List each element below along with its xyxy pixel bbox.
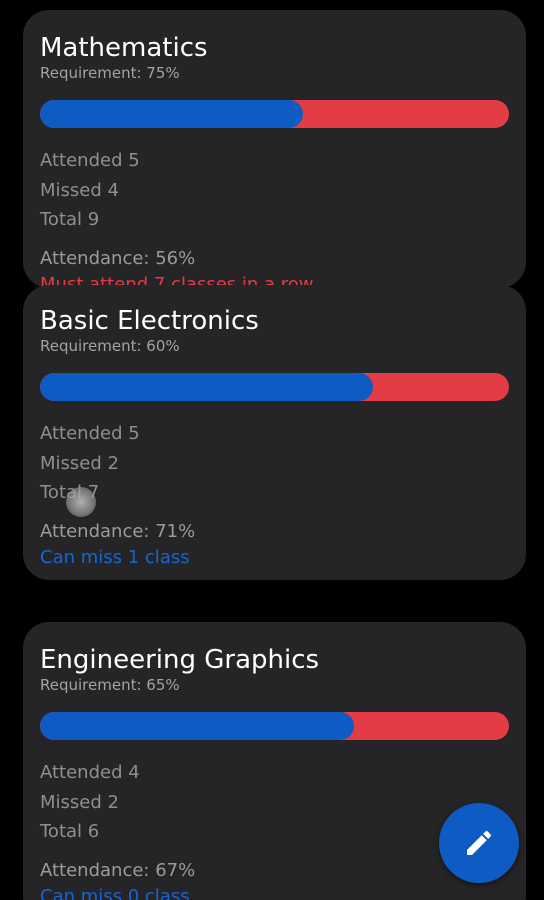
edit-fab-button[interactable] <box>439 803 519 883</box>
subject-requirement: Requirement: 65% <box>40 676 180 694</box>
subject-card-mathematics[interactable]: Mathematics Requirement: 75% Attended 5 … <box>23 10 526 288</box>
attendance-percentage: Attendance: 71% <box>40 520 196 542</box>
subject-requirement: Requirement: 75% <box>40 64 180 82</box>
attendance-stats: Attended 5 Missed 2 Total 7 <box>40 419 509 508</box>
subject-card-basic-electronics[interactable]: Basic Electronics Requirement: 60% Atten… <box>23 285 526 580</box>
subject-title: Basic Electronics <box>40 306 259 336</box>
subject-title: Engineering Graphics <box>40 645 320 675</box>
attendance-note: Can miss 0 class <box>40 885 190 900</box>
attendance-percentage: Attendance: 56% <box>40 247 196 269</box>
attendance-progress-bar <box>40 100 509 128</box>
attendance-stats: Attended 4 Missed 2 Total 6 <box>40 758 509 847</box>
subject-title: Mathematics <box>40 33 208 63</box>
missed-count: Missed 4 <box>40 179 119 201</box>
attended-count: Attended 5 <box>40 150 140 171</box>
attended-portion <box>40 100 303 128</box>
attendance-stats: Attended 5 Missed 4 Total 9 <box>40 146 509 235</box>
attended-count: Attended 5 <box>40 423 140 444</box>
missed-count: Missed 2 <box>40 452 119 474</box>
attendance-percentage: Attendance: 67% <box>40 859 196 881</box>
attended-count: Attended 4 <box>40 762 140 783</box>
attendance-progress-bar <box>40 373 509 401</box>
attended-portion <box>40 373 373 401</box>
total-count: Total 9 <box>40 209 100 230</box>
touch-indicator <box>66 487 96 517</box>
subject-requirement: Requirement: 60% <box>40 337 180 355</box>
attended-portion <box>40 712 355 740</box>
attendance-screen: Mathematics Requirement: 75% Attended 5 … <box>0 0 544 900</box>
pencil-icon <box>467 830 492 855</box>
attendance-note: Can miss 1 class <box>40 546 190 568</box>
missed-count: Missed 2 <box>40 791 119 813</box>
total-count: Total 7 <box>40 482 100 503</box>
attendance-progress-bar <box>40 712 509 740</box>
